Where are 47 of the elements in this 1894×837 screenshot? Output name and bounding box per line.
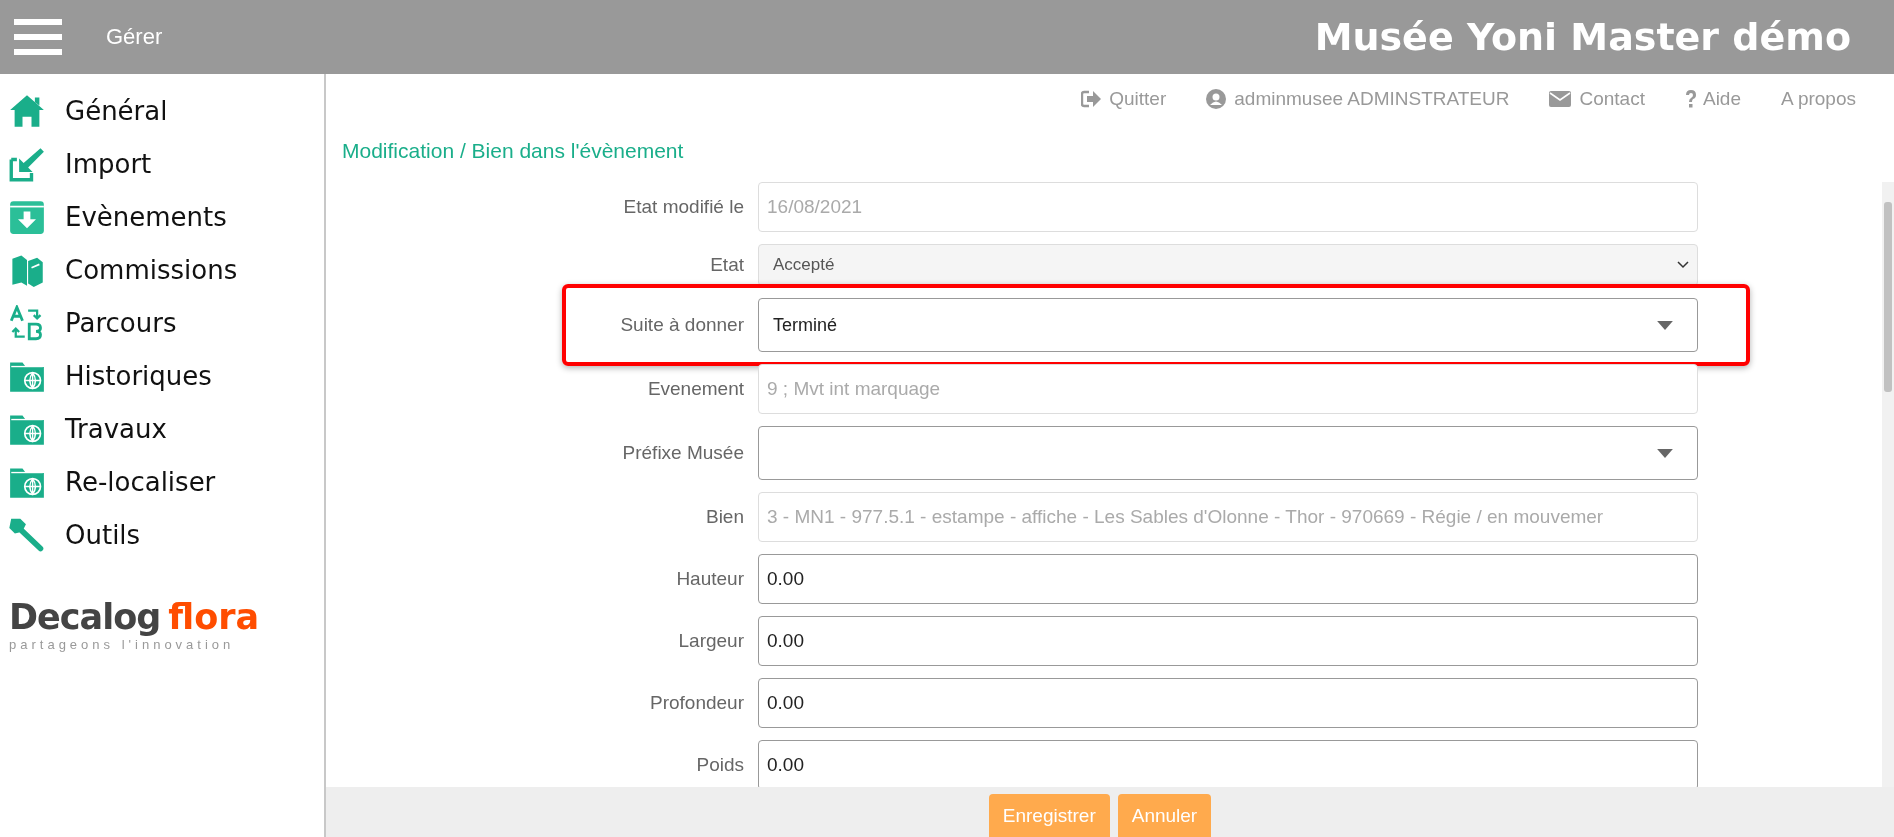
download-box-icon <box>9 198 45 235</box>
dropdown-field[interactable] <box>758 426 1698 480</box>
field-label: Largeur <box>677 630 744 652</box>
caret-down-icon <box>1657 448 1673 458</box>
chevron-down-icon <box>1677 261 1689 269</box>
menu-icon[interactable] <box>14 19 62 55</box>
wrench-icon <box>9 516 45 553</box>
field-label: Poids <box>695 754 744 776</box>
field-label: Evenement <box>646 378 744 400</box>
input-field[interactable]: 0.00 <box>758 678 1698 728</box>
field-label: Hauteur <box>675 568 744 590</box>
input-field[interactable]: 0.00 <box>758 740 1698 787</box>
field-label: Etat modifié le <box>622 196 744 218</box>
logo-wordmark: Decalog <box>9 597 161 637</box>
field-label: Profondeur <box>649 692 744 714</box>
field-label: Bien <box>704 506 744 528</box>
sidebar-item[interactable]: Import <box>0 137 324 190</box>
question-mark-icon <box>1684 89 1697 109</box>
scrollbar[interactable] <box>1882 182 1894 787</box>
dropdown-field: Accepté <box>758 244 1698 286</box>
readonly-field: 3 - MN1 - 977.5.1 - estampe - affiche - Les Sables d'Olonne - Thor - 970669 - Régie / en mouvemer <box>758 492 1698 542</box>
sign-out-icon <box>1081 89 1102 109</box>
sidebar-item[interactable]: Travaux <box>0 402 324 455</box>
route-arrows-icon <box>9 304 45 341</box>
logo-tagline: partageons l'innovation <box>9 637 236 652</box>
import-arrow-icon <box>9 145 45 182</box>
field-label: Préfixe Musée <box>621 442 744 464</box>
sidebar-item[interactable]: Général <box>0 84 324 137</box>
breadcrumb: Modification / Bien dans l'évènement <box>341 138 685 164</box>
readonly-field: 16/08/2021 <box>758 182 1698 232</box>
readonly-field: 9 ; Mvt int marquage <box>758 364 1698 414</box>
sidebar-item[interactable]: Outils <box>0 508 324 561</box>
caret-down-icon <box>1657 320 1673 330</box>
input-field[interactable]: 0.00 <box>758 616 1698 666</box>
input-field[interactable]: 0.00 <box>758 554 1698 604</box>
field-label: Etat <box>709 254 744 276</box>
sidebar-item[interactable]: Historiques <box>0 349 324 402</box>
logo-wordmark-accent: flora <box>168 597 260 637</box>
field-label: Suite à donner <box>619 314 744 336</box>
user-circle-icon <box>1206 89 1227 109</box>
dropdown-field[interactable]: Terminé <box>758 298 1698 352</box>
sidebar-item[interactable]: Parcours <box>0 296 324 349</box>
sidebar-item[interactable]: Re-localiser <box>0 455 324 508</box>
envelope-icon <box>1549 91 1572 107</box>
sidebar-item[interactable]: Commissions <box>0 243 324 296</box>
sidebar-item[interactable]: Evènements <box>0 190 324 243</box>
app-title: Musée Yoni Master démo <box>1314 15 1851 59</box>
